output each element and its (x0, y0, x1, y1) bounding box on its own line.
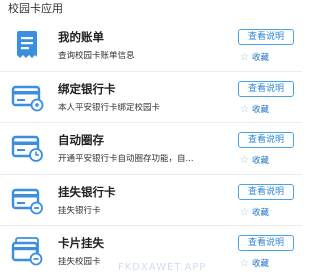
item-description: 本人平安银行卡绑定校园卡 (58, 102, 161, 113)
view-instructions-button[interactable]: 查看说明 (238, 235, 294, 251)
item-title: 我的账单 (58, 30, 104, 44)
list-item-report-lost-bank-card[interactable]: 挂失银行卡 挂失银行卡 查看说明 ☆ 收藏 (0, 175, 302, 226)
app-list: 我的账单 查询校园卡账单信息 查看说明 ☆ 收藏 绑定银行卡 本人平安银行卡绑定… (0, 20, 302, 278)
bind-bank-card-icon (10, 81, 44, 113)
item-title: 绑定银行卡 (58, 81, 116, 96)
watermark: FKDXAWET.APP (118, 262, 207, 273)
favorite-label: 收藏 (252, 207, 270, 218)
view-instructions-button[interactable]: 查看说明 (238, 132, 294, 148)
star-icon: ☆ (240, 52, 249, 63)
favorite-label: 收藏 (252, 53, 270, 63)
item-title: 挂失银行卡 (58, 184, 116, 199)
item-title: 卡片挂失 (58, 236, 104, 250)
bill-icon (10, 29, 44, 61)
item-description: 开通平安银行卡自动圈存功能，自... (58, 154, 194, 164)
star-icon: ☆ (240, 258, 249, 269)
favorite-button[interactable]: ☆ 收藏 (238, 52, 294, 64)
favorite-button[interactable]: ☆ 收藏 (238, 207, 294, 219)
star-icon: ☆ (240, 155, 249, 166)
list-item-my-bill[interactable]: 我的账单 查询校园卡账单信息 查看说明 ☆ 收藏 (0, 20, 302, 72)
view-instructions-button[interactable]: 查看说明 (238, 29, 294, 45)
section-title: 校园卡应用 (8, 2, 63, 15)
favorite-label: 收藏 (252, 259, 270, 269)
star-icon: ☆ (240, 206, 249, 218)
favorite-button[interactable]: ☆ 收藏 (238, 155, 294, 167)
star-icon: ☆ (240, 103, 249, 115)
list-item-auto-transfer[interactable]: 自动圈存 开通平安银行卡自动圈存功能，自... 查看说明 ☆ 收藏 (0, 123, 302, 175)
item-description: 查询校园卡账单信息 (58, 51, 135, 61)
favorite-label: 收藏 (252, 156, 270, 166)
item-title: 自动圈存 (58, 133, 104, 147)
favorite-button[interactable]: ☆ 收藏 (238, 104, 294, 116)
favorite-button[interactable]: ☆ 收藏 (238, 258, 294, 270)
item-description: 挂失银行卡 (58, 205, 101, 216)
report-lost-bank-card-icon (10, 184, 44, 216)
view-instructions-button[interactable]: 查看说明 (238, 183, 294, 200)
auto-transfer-icon (10, 132, 44, 164)
view-instructions-button[interactable]: 查看说明 (238, 80, 294, 97)
list-item-bind-bank-card[interactable]: 绑定银行卡 本人平安银行卡绑定校园卡 查看说明 ☆ 收藏 (0, 72, 302, 123)
favorite-label: 收藏 (252, 104, 270, 115)
report-lost-campus-card-icon (10, 235, 44, 267)
